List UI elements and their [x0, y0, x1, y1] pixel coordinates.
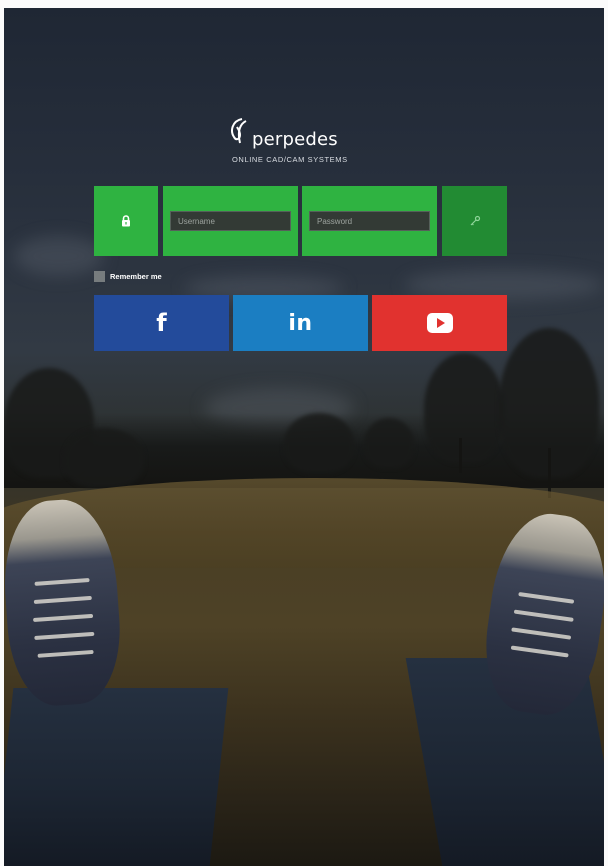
brand-tagline: ONLINE CAD/CAM SYSTEMS	[232, 155, 348, 164]
password-tile	[302, 186, 437, 256]
key-icon	[470, 215, 480, 226]
remember-me[interactable]: Remember me	[94, 270, 162, 282]
brand-logo: perpedes ONLINE CAD/CAM SYSTEMS	[228, 117, 368, 167]
password-input[interactable]	[309, 211, 430, 231]
brand-name: perpedes	[252, 129, 338, 150]
facebook-icon: f	[156, 309, 167, 337]
linkedin-button[interactable]: in	[233, 295, 368, 351]
linkedin-icon: in	[288, 310, 313, 336]
facebook-button[interactable]: f	[94, 295, 229, 351]
butterfly-logo-icon	[231, 118, 247, 144]
lock-tile	[94, 186, 158, 256]
youtube-play-icon	[426, 313, 453, 333]
youtube-button[interactable]	[372, 295, 507, 351]
login-button[interactable]	[442, 186, 507, 256]
username-input[interactable]	[170, 211, 291, 231]
remember-checkbox[interactable]	[94, 270, 105, 282]
lock-icon	[122, 215, 130, 227]
remember-label: Remember me	[110, 271, 162, 281]
username-tile	[163, 186, 298, 256]
